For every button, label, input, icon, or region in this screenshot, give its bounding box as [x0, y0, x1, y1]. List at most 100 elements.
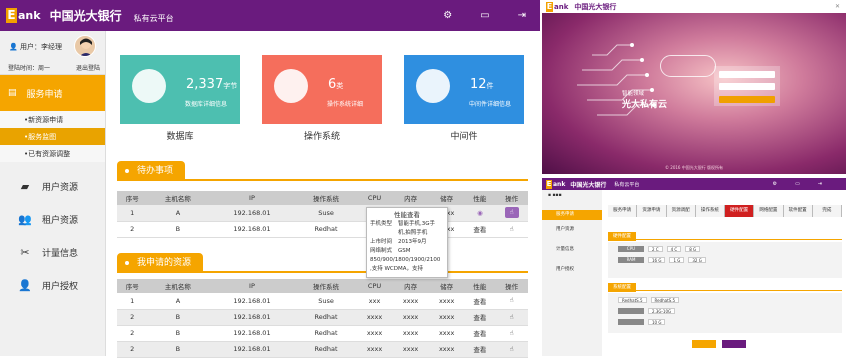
bank-name: 中国光大银行 — [574, 2, 617, 11]
sidebar-item-user-auth[interactable]: 👤 用户授权 — [0, 269, 105, 302]
wizard-step[interactable]: 网络配置 — [754, 205, 784, 217]
wizard-step[interactable]: 资源调配 — [666, 205, 696, 217]
option[interactable]: RedhatS.5 — [618, 296, 647, 303]
eye-icon[interactable]: ◉ — [477, 209, 483, 217]
sidebar-item-tenant-resource[interactable]: 👥 租户资源 — [0, 203, 105, 236]
hand-pointer-icon[interactable]: ☝ — [505, 295, 519, 306]
preview-menu-item[interactable]: 服务申请 — [542, 210, 602, 220]
tile-middleware[interactable]: 12件 中间件详细信息 — [404, 55, 524, 124]
cell: B — [147, 309, 209, 326]
gear-icon[interactable]: ⚙ — [443, 10, 452, 21]
preview-menu-item[interactable]: 用户授权 — [542, 260, 602, 280]
prev-button[interactable] — [692, 340, 716, 348]
cell: xxxx — [428, 341, 465, 358]
next-button[interactable] — [722, 340, 746, 348]
hand-pointer-icon[interactable]: ☝ — [505, 328, 519, 339]
sidebar-item-service[interactable]: ▤ 服务申请 — [0, 75, 105, 111]
password-field[interactable] — [719, 83, 775, 90]
preview-menu-item[interactable]: 计量信息 — [542, 240, 602, 260]
wizard-step[interactable]: 服务申请 — [608, 205, 638, 217]
mine-tab[interactable]: 我申请的资源 — [117, 253, 204, 273]
performance-tooltip: 性能查看 手机类型 智能手机,3G手 机,拍照手机 上市时间 2013年9月 网络制… — [366, 207, 448, 278]
cell: 192.168.01 — [208, 205, 296, 222]
cell: 2 — [117, 325, 148, 342]
preview-menu-item[interactable]: 用户资源 — [542, 220, 602, 240]
login-title: 光大私有云 — [622, 100, 668, 110]
sidebar-sub-adjust-resource[interactable]: • 已有资源调整 — [0, 145, 105, 162]
sidebar-item-user-resource[interactable]: ▰ 用户资源 — [0, 170, 105, 203]
view-link[interactable]: 查看 — [464, 325, 496, 342]
sidebar-sub-service-monitor[interactable]: • 服务监图 — [0, 128, 105, 145]
cell: xxxx — [392, 309, 429, 326]
mine-section-header: 我申请的资源 — [117, 253, 528, 273]
col-header: 内存 — [392, 279, 429, 293]
col-header: 序号 — [117, 279, 148, 293]
logout-icon[interactable]: ⇥ — [518, 10, 526, 21]
wizard-step[interactable]: 操作系统 — [695, 205, 725, 217]
option[interactable]: 2.3G-10G — [648, 307, 676, 314]
preview-sidebar: ▪ ▪▪▪ 服务申请 用户资源 计量信息 用户授权 — [542, 190, 602, 356]
option[interactable]: 4 C — [666, 245, 682, 252]
hand-pointer-icon[interactable]: ☝ — [505, 312, 519, 323]
table-header-row: 序号 主机名称 IP 操作系统 CPU 内存 储存 性能 操作 — [117, 279, 528, 293]
login-preview: E ank 中国光大银行 ✕ 智能领域 光大私有云 © 2016 中国光大银行 … — [542, 0, 846, 174]
logo-text: ank — [553, 180, 566, 188]
sidebar-item-metering[interactable]: ✂ 计量信息 — [0, 236, 105, 269]
col-header: 操作系统 — [295, 279, 357, 293]
cell: A — [147, 293, 209, 310]
logo-letter: E — [6, 8, 17, 23]
view-link[interactable]: 查看 — [464, 341, 496, 358]
settings-window-icon — [274, 69, 308, 103]
option[interactable]: 32 G — [688, 256, 706, 263]
hand-pointer-icon[interactable]: ☝ — [505, 344, 519, 355]
cell: xxxx — [428, 325, 465, 342]
wizard-step[interactable]: 资源申请 — [637, 205, 667, 217]
logout-link[interactable]: 退出登陆 — [76, 63, 100, 72]
app-header: E ank 中国光大银行 私有云平台 ⚙ ▭ ⇥ — [0, 0, 540, 31]
wizard-step[interactable]: 软件配置 — [783, 205, 813, 217]
option[interactable]: 1 G — [669, 256, 685, 263]
close-icon[interactable]: ✕ — [835, 3, 840, 10]
view-link[interactable]: 查看 — [464, 309, 496, 326]
login-button[interactable] — [719, 96, 775, 103]
view-link[interactable]: 查看 — [464, 221, 496, 238]
tile-caption: 数据库 — [166, 132, 194, 142]
table-row: 1 A 192.168.01 Suse xxx xxxx xxxx 查看 ☝ — [117, 293, 528, 310]
option[interactable]: 2 C — [648, 245, 663, 252]
col-header: IP — [208, 191, 296, 205]
cell: B — [147, 325, 209, 342]
login-form — [714, 66, 780, 106]
sub-label: 新资源申请 — [28, 115, 64, 124]
cell: xxxx — [428, 309, 465, 326]
hand-pointer-icon[interactable]: ☝ — [505, 224, 519, 235]
cell: ☝ — [495, 293, 528, 310]
cell: xxxx — [356, 341, 393, 358]
wizard-step[interactable]: 硬件配置 — [725, 205, 755, 217]
option[interactable]: 16 G — [648, 256, 666, 263]
col-header: 主机名称 — [147, 191, 209, 205]
platform-title: 私有云平台 — [614, 181, 640, 188]
database-icon — [132, 69, 166, 103]
tile-database[interactable]: 2,337字节 数据库详细信息 — [120, 55, 240, 124]
login-footer: © 2016 中国光大银行 版权所有 — [665, 165, 723, 170]
sidebar-sub-new-resource[interactable]: • 新资源申请 — [0, 111, 105, 128]
message-icon[interactable]: ▭ — [480, 10, 489, 21]
logo-letter: E — [546, 1, 553, 12]
wizard-step[interactable]: 完成 — [812, 205, 842, 217]
option[interactable]: 8 G — [685, 245, 701, 252]
todo-tab[interactable]: 待办事项 — [117, 161, 186, 181]
hand-pointer-icon[interactable]: ☝ — [504, 207, 519, 219]
bank-name: 中国光大银行 — [49, 9, 122, 23]
tooltip-value: 智能手机,3G手 — [398, 221, 436, 227]
table-row: 2 B 192.168.01 Redhat xxxx xxxx xxxx 查看 … — [117, 221, 528, 238]
tile-os[interactable]: 6类 操作系统详细 — [262, 55, 382, 124]
view-link[interactable]: 查看 — [464, 293, 496, 310]
username-field[interactable] — [719, 71, 775, 78]
cell: 192.168.01 — [208, 293, 296, 310]
login-header: E ank 中国光大银行 ✕ — [542, 0, 846, 13]
tile-text: 中间件详细信息 — [469, 101, 512, 108]
cell: xxx — [356, 293, 393, 310]
cell: xxxx — [392, 325, 429, 342]
option[interactable]: 10 G — [648, 318, 666, 325]
option[interactable]: RedhatS.5 — [650, 296, 680, 303]
